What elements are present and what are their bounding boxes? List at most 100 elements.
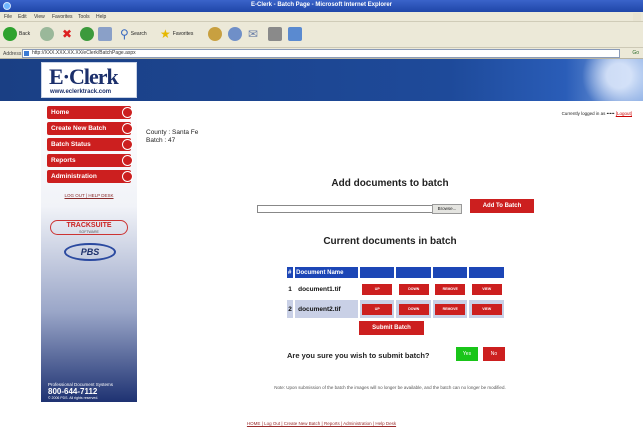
column-header-down [395,266,432,279]
page-icon [24,51,29,56]
document-name: document2.tif [294,299,359,319]
go-button[interactable]: Go [632,50,639,56]
nav-arrow-icon [122,171,133,182]
view-button[interactable]: VIEW [471,303,502,315]
search-button[interactable]: ⚲ Search [120,26,147,42]
home-button[interactable] [98,26,112,42]
logo-text: E·Clerk [49,64,119,89]
view-button[interactable]: VIEW [471,283,502,295]
move-up-button[interactable]: UP [362,283,393,295]
search-icon: ⚲ [120,27,129,41]
nav-arrow-icon [122,123,133,134]
menu-file[interactable]: File [4,14,12,20]
nav-administration-label: Administration [51,173,97,180]
menu-bar: File Edit View Favorites Tools Help [0,12,643,22]
stop-button[interactable]: ✖ [62,26,72,42]
nav-arrow-icon [122,107,133,118]
row-number: 1 [286,279,295,299]
history-button[interactable] [228,26,242,42]
tracksuite-logo: TRACKSUITE SOFTWARE [50,220,128,235]
nav-reports[interactable]: Reports [47,154,133,167]
move-down-button[interactable]: DOWN [398,303,429,315]
nav-arrow-icon [122,155,133,166]
media-icon [208,27,222,41]
home-icon [98,27,112,41]
tracksuite-text: TRACKSUITE [66,222,112,229]
refresh-button[interactable] [80,26,94,42]
company-phone: 800-644-7112 [48,387,98,396]
forward-button[interactable] [40,26,54,42]
sidebar-footer: Professional Document Systems 800-644-71… [48,382,113,400]
move-down-button[interactable]: DOWN [398,283,429,295]
print-button[interactable] [268,26,282,42]
nav-reports-label: Reports [51,157,76,164]
logged-in-text: Currently logged in as ••••• [561,111,615,116]
tracksuite-subtext: SOFTWARE [79,230,99,234]
edit-button[interactable] [288,26,302,42]
site-logo[interactable]: E·Clerk www.eclerktrack.com [41,62,137,98]
back-button[interactable]: Back [3,26,30,42]
submit-confirmation-question: Are you sure you wish to submit batch? [287,351,430,360]
logo-url: www.eclerktrack.com [50,89,112,95]
mail-button[interactable]: ✉ [248,26,258,42]
column-header-remove [431,266,469,279]
mail-icon: ✉ [248,27,259,41]
nav-create-new-batch[interactable]: Create New Batch [47,122,133,135]
nav-administration[interactable]: Administration [47,170,133,183]
remove-button[interactable]: REMOVE [435,283,466,295]
print-icon [268,27,282,41]
history-icon [228,27,242,41]
row-number: 2 [286,299,295,319]
media-button[interactable] [208,26,222,42]
table-row: 1 document1.tif UP DOWN REMOVE VIEW [286,279,505,299]
nav-create-new-batch-label: Create New Batch [51,125,107,132]
browse-button[interactable]: Browse... [432,204,462,214]
column-header-name: Document Name [294,266,359,279]
back-arrow-icon [3,27,17,41]
move-up-button[interactable]: UP [362,303,393,315]
window-titlebar: E-Clerk - Batch Page - Microsoft Interne… [0,0,643,12]
stop-icon: ✖ [62,27,73,41]
current-documents-heading: Current documents in batch [323,236,457,247]
menu-edit[interactable]: Edit [18,14,27,20]
menu-tools[interactable]: Tools [78,14,90,20]
header-decoration [563,59,643,101]
windows-logo-icon [633,13,641,21]
column-header-up [358,266,396,279]
browser-toolbar: Back ✖ ⚲ Search ★ Favorites ✉ [0,22,643,48]
refresh-icon [80,27,94,41]
table-header-row: # Document Name [286,266,505,279]
nav-batch-status[interactable]: Batch Status [47,138,133,151]
confirm-no-button[interactable]: No [483,347,505,361]
logout-link[interactable]: [Logout] [616,111,632,116]
documents-table: # Document Name 1 document1.tif UP DOWN … [286,266,505,319]
document-name: document1.tif [294,279,359,299]
confirm-yes-button[interactable]: Yes [456,347,478,361]
address-bar: Address http://XXX.XXX.XX.XX/eClerk/Batc… [0,48,643,59]
sidebar-links[interactable]: LOG OUT | HELP DESK [41,193,137,198]
menu-view[interactable]: View [34,14,45,20]
favorites-star-icon: ★ [160,27,171,41]
edit-icon [288,27,302,41]
add-to-batch-button[interactable]: Add To Batch [470,199,534,213]
remove-button[interactable]: REMOVE [435,303,466,315]
menu-help[interactable]: Help [96,14,106,20]
favorites-button[interactable]: ★ Favorites [160,26,193,42]
menu-favorites[interactable]: Favorites [52,14,73,20]
nav-batch-status-label: Batch Status [51,141,91,148]
submit-batch-button[interactable]: Submit Batch [359,321,424,335]
address-field[interactable]: http://XXX.XXX.XX.XX/eClerk/BatchPage.as… [22,49,620,58]
footer-links[interactable]: HOME | Log Out | Create New Batch | Repo… [0,421,643,426]
copyright: © 2006 PDS. All rights reserved. [48,396,99,400]
county-label: County : Santa Fe [146,129,199,136]
logged-in-status: Currently logged in as ••••• [Logout] [562,111,632,116]
sidebar: Home Create New Batch Batch Status Repor… [41,101,137,402]
column-header-num: # [286,266,295,279]
add-documents-heading: Add documents to batch [331,178,449,189]
file-path-input[interactable] [257,205,434,213]
address-label: Address [3,51,22,57]
nav-home[interactable]: Home [47,106,133,119]
forward-arrow-icon [40,27,54,41]
pbs-logo: PBS [64,243,116,261]
submission-note: Note: Upon submission of the batch the i… [274,385,506,390]
